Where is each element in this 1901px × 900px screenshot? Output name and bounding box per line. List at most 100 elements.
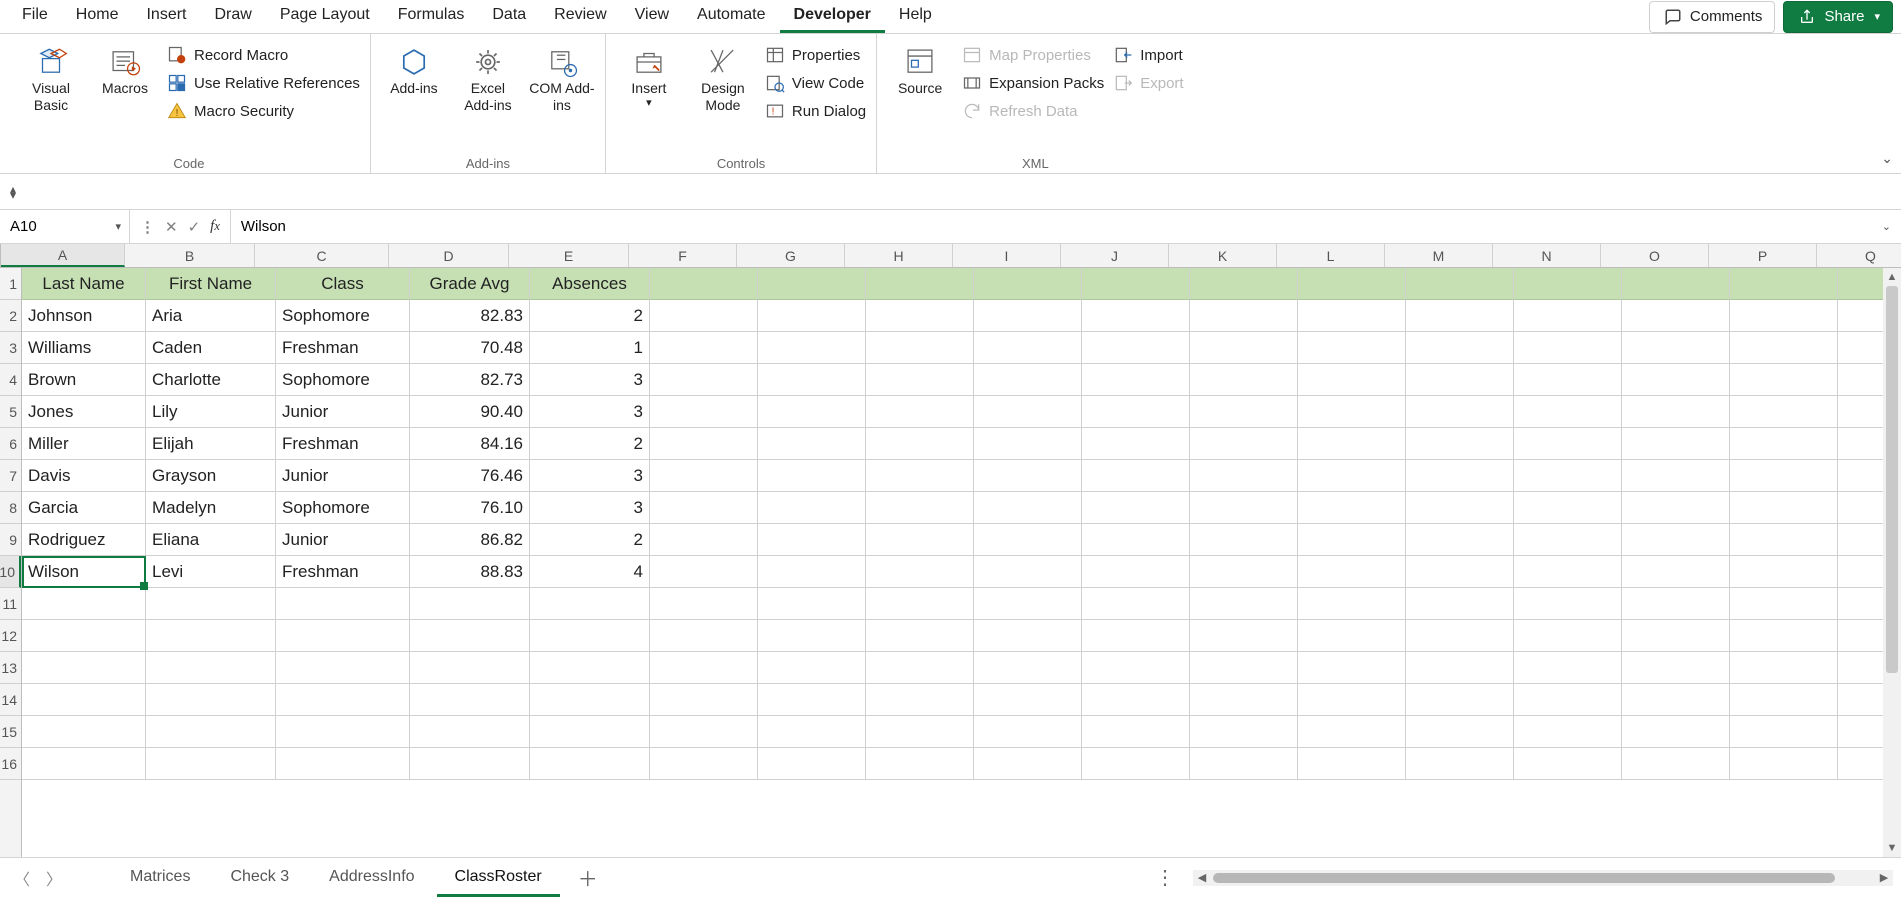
hscroll-thumb[interactable] <box>1213 873 1835 883</box>
cell[interactable] <box>1298 364 1406 396</box>
tab-check-3[interactable]: Check 3 <box>212 860 307 897</box>
accept-formula-icon[interactable]: ✓ <box>188 218 201 236</box>
row-header-11[interactable]: 11 <box>0 588 21 620</box>
cell[interactable] <box>866 556 974 588</box>
cell[interactable] <box>1406 684 1514 716</box>
cell[interactable] <box>866 300 974 332</box>
cell[interactable] <box>974 300 1082 332</box>
macro-security-button[interactable]: ! Macro Security <box>166 100 360 122</box>
cell[interactable]: Sophomore <box>276 300 410 332</box>
cell[interactable] <box>410 684 530 716</box>
cell[interactable]: 82.83 <box>410 300 530 332</box>
cell[interactable] <box>866 396 974 428</box>
cell[interactable]: 90.40 <box>410 396 530 428</box>
cell[interactable] <box>1082 556 1190 588</box>
map-properties-button[interactable]: Map Properties <box>961 44 1104 66</box>
cell[interactable]: Junior <box>276 460 410 492</box>
column-header-H[interactable]: H <box>845 244 953 267</box>
cell[interactable]: 2 <box>530 428 650 460</box>
cell[interactable]: 3 <box>530 492 650 524</box>
cell[interactable] <box>22 588 146 620</box>
fx-icon[interactable]: fx <box>210 218 220 235</box>
cell[interactable] <box>866 716 974 748</box>
cancel-formula-icon[interactable]: ✕ <box>165 218 178 236</box>
cell[interactable]: Lily <box>146 396 276 428</box>
cell[interactable] <box>1082 460 1190 492</box>
cell[interactable] <box>1514 748 1622 780</box>
cell[interactable] <box>1406 492 1514 524</box>
cell[interactable] <box>146 748 276 780</box>
cell[interactable] <box>650 492 758 524</box>
cell[interactable] <box>974 524 1082 556</box>
column-header-B[interactable]: B <box>125 244 255 267</box>
cell[interactable] <box>650 748 758 780</box>
cell[interactable] <box>1082 684 1190 716</box>
cell[interactable]: Class <box>276 268 410 300</box>
cell[interactable] <box>530 684 650 716</box>
cell[interactable]: Grayson <box>146 460 276 492</box>
cell[interactable] <box>22 748 146 780</box>
add-sheet-button[interactable]: ＋ <box>564 855 612 900</box>
run-dialog-button[interactable]: ! Run Dialog <box>764 100 866 122</box>
cell[interactable] <box>974 396 1082 428</box>
cell[interactable] <box>146 652 276 684</box>
cell[interactable] <box>1622 492 1730 524</box>
cell[interactable] <box>1730 460 1838 492</box>
cell[interactable] <box>1190 492 1298 524</box>
cell[interactable] <box>1406 524 1514 556</box>
cell[interactable] <box>1082 588 1190 620</box>
cell[interactable]: Miller <box>22 428 146 460</box>
cell[interactable] <box>650 460 758 492</box>
cell[interactable]: Davis <box>22 460 146 492</box>
cell[interactable]: Williams <box>22 332 146 364</box>
cell[interactable] <box>650 364 758 396</box>
cell[interactable] <box>146 620 276 652</box>
cell[interactable] <box>1406 460 1514 492</box>
cell[interactable]: Johnson <box>22 300 146 332</box>
cell[interactable] <box>1082 748 1190 780</box>
cell[interactable] <box>1514 460 1622 492</box>
scroll-up-button[interactable]: ▲ <box>1883 268 1901 286</box>
cell[interactable] <box>1082 652 1190 684</box>
cell[interactable] <box>22 716 146 748</box>
cell[interactable] <box>1622 620 1730 652</box>
cell[interactable] <box>650 524 758 556</box>
scroll-down-button[interactable]: ▼ <box>1883 839 1901 857</box>
cell[interactable] <box>1298 396 1406 428</box>
cell[interactable] <box>866 588 974 620</box>
horizontal-scrollbar[interactable]: ◀ ▶ <box>1193 870 1893 886</box>
cell[interactable] <box>974 652 1082 684</box>
cell[interactable] <box>1514 684 1622 716</box>
cell[interactable] <box>866 332 974 364</box>
cell[interactable] <box>1730 492 1838 524</box>
cell[interactable] <box>1514 268 1622 300</box>
cell[interactable] <box>758 332 866 364</box>
cell[interactable] <box>22 652 146 684</box>
row-header-16[interactable]: 16 <box>0 748 21 780</box>
cell[interactable] <box>1622 364 1730 396</box>
cell[interactable]: Junior <box>276 524 410 556</box>
cell[interactable] <box>866 428 974 460</box>
cell[interactable] <box>974 716 1082 748</box>
cell[interactable] <box>1622 556 1730 588</box>
cell[interactable] <box>974 588 1082 620</box>
cell[interactable] <box>650 300 758 332</box>
cell[interactable] <box>1190 300 1298 332</box>
cell[interactable] <box>1298 524 1406 556</box>
cell[interactable] <box>758 620 866 652</box>
cell[interactable] <box>1622 716 1730 748</box>
cell[interactable] <box>866 492 974 524</box>
cell[interactable] <box>1730 524 1838 556</box>
cell[interactable] <box>1406 300 1514 332</box>
cell[interactable]: Freshman <box>276 556 410 588</box>
cell[interactable] <box>1082 716 1190 748</box>
macros-button[interactable]: Macros <box>92 40 158 97</box>
cell[interactable] <box>1730 332 1838 364</box>
cell[interactable] <box>974 748 1082 780</box>
column-header-N[interactable]: N <box>1493 244 1601 267</box>
cell[interactable] <box>1622 652 1730 684</box>
cell[interactable] <box>276 588 410 620</box>
scroll-right-button[interactable]: ▶ <box>1875 871 1893 884</box>
cell[interactable] <box>22 684 146 716</box>
cell[interactable] <box>410 652 530 684</box>
